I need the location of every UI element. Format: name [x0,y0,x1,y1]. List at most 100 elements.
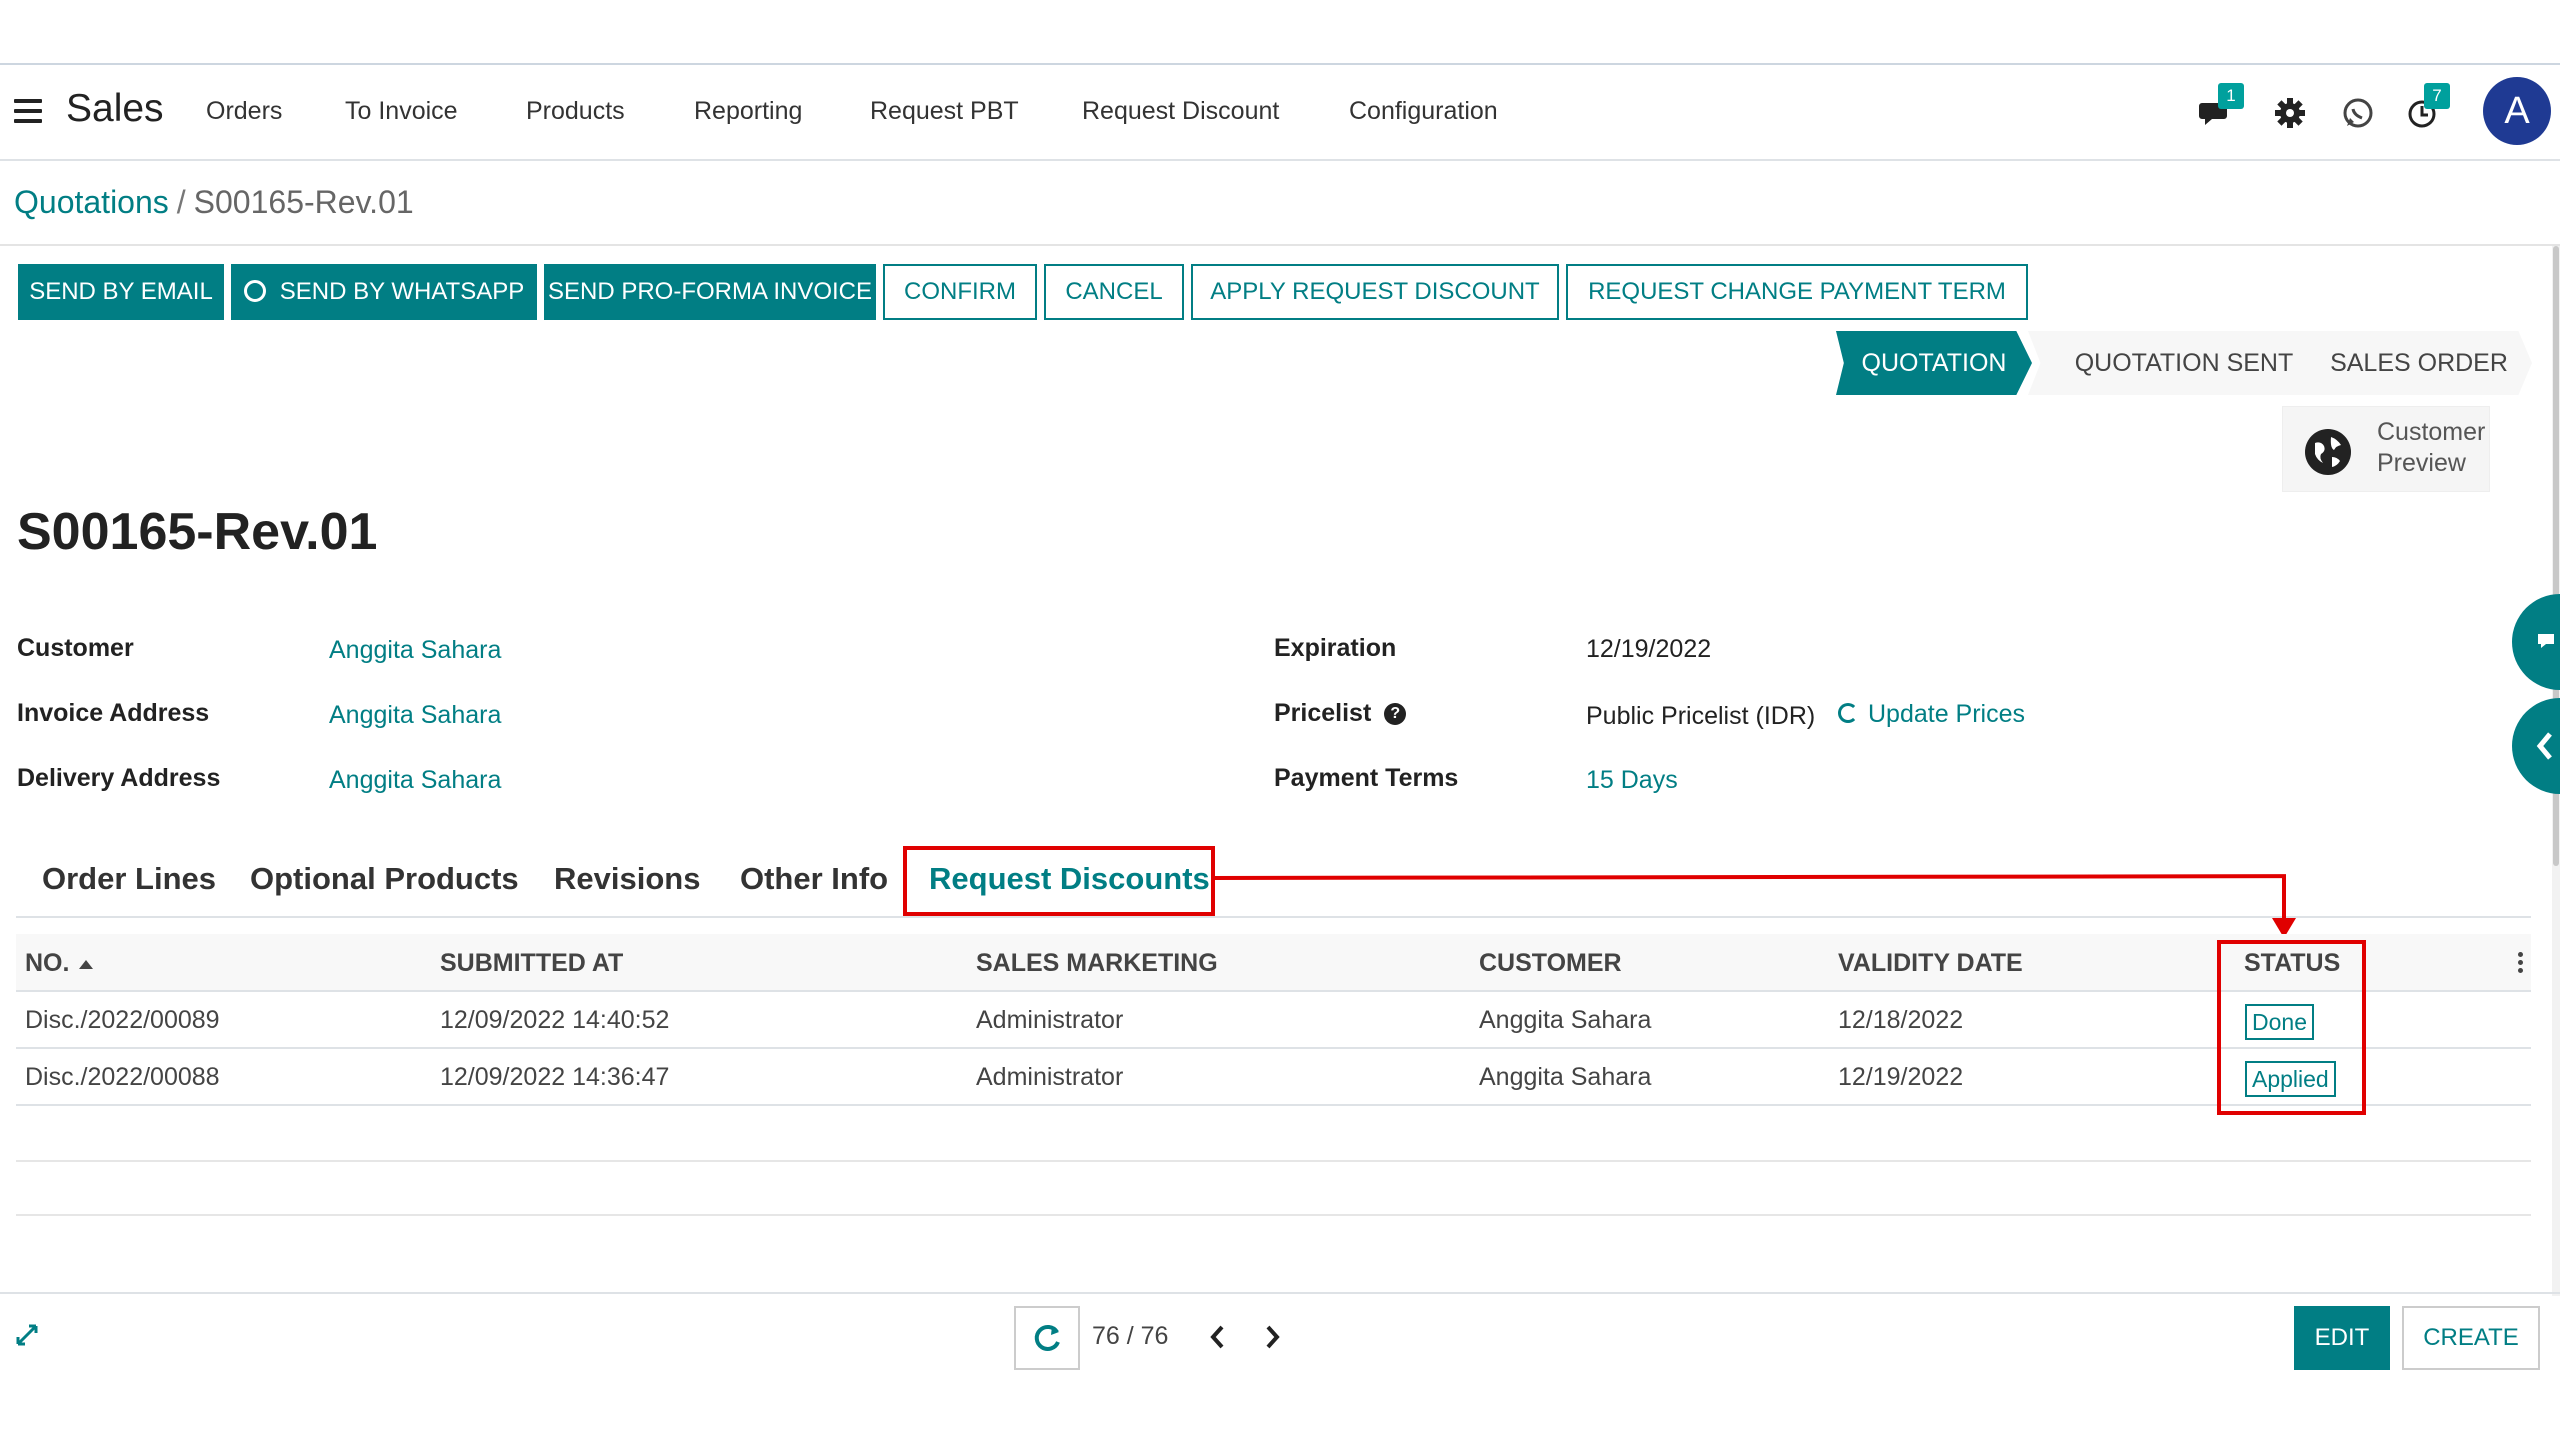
column-header-validity-date[interactable]: VALIDITY DATE [1838,949,2023,978]
menu-products[interactable]: Products [526,97,625,126]
activities-clock-icon[interactable]: 7 [2404,83,2450,133]
expiration-value[interactable]: 12/19/2022 [1586,635,1711,664]
expand-icon[interactable] [14,1322,40,1353]
app-title[interactable]: Sales [66,87,164,131]
column-header-submitted-at[interactable]: SUBMITTED AT [440,949,623,978]
send-by-whatsapp-button[interactable]: SEND BY WHATSAPP [231,264,537,320]
cell-sales-marketing: Administrator [976,1006,1124,1034]
app-menu-icon[interactable] [14,99,42,129]
annotation-connector-down [2282,876,2286,924]
control-panel-divider [0,244,2560,246]
stage-quotation[interactable]: QUOTATION [1836,331,2032,395]
empty-row-divider [16,1160,2531,1162]
refresh-icon [1034,1324,1060,1351]
pricelist-label-text: Pricelist [1274,699,1372,727]
menu-orders[interactable]: Orders [206,97,282,126]
breadcrumb-separator: / [176,184,186,220]
cell-submitted-at: 12/09/2022 14:40:52 [440,1006,670,1034]
customer-preview-button[interactable]: Customer Preview [2282,406,2490,492]
pager-previous-button[interactable] [1207,1322,1229,1360]
confirm-button[interactable]: CONFIRM [883,264,1037,320]
breadcrumb-quotations-link[interactable]: Quotations [14,184,169,220]
stage-sales-order[interactable]: SALES ORDER [2306,331,2532,395]
bottom-bar-divider [0,1292,2560,1294]
whatsapp-icon[interactable] [2338,93,2378,133]
tab-order-lines[interactable]: Order Lines [42,861,216,897]
chevron-right-icon [1266,1325,1280,1349]
record-title: S00165-Rev.01 [17,503,378,561]
chat-icon [2538,634,2554,648]
annotation-box-status [2217,940,2366,1115]
cancel-button[interactable]: CANCEL [1044,264,1184,320]
tab-optional-products[interactable]: Optional Products [250,861,519,897]
tab-other-info[interactable]: Other Info [740,861,888,897]
send-proforma-invoice-button[interactable]: SEND PRO-FORMA INVOICE [544,264,876,320]
sort-ascending-icon [79,959,94,969]
help-icon[interactable]: ? [1384,703,1407,726]
cell-submitted-at: 12/09/2022 14:36:47 [440,1063,670,1091]
update-prices-button[interactable]: Update Prices [1838,700,2025,729]
apply-request-discount-button[interactable]: APPLY REQUEST DISCOUNT [1191,264,1559,320]
column-header-no[interactable]: NO. [25,949,94,978]
edit-button[interactable]: EDIT [2294,1306,2390,1370]
cell-validity-date: 12/19/2022 [1838,1063,1964,1091]
annotation-box-tab [903,846,1215,916]
menu-request-discount[interactable]: Request Discount [1082,97,1279,126]
pricelist-label: Pricelist ? [1274,699,1407,728]
gear-icon[interactable] [2270,93,2310,133]
table-row[interactable]: Disc./2022/00089 12/09/2022 14:40:52 Adm… [16,992,2531,1049]
pricelist-value[interactable]: Public Pricelist (IDR) [1586,702,1815,731]
cell-no: Disc./2022/00089 [25,1006,220,1034]
invoice-address-link[interactable]: Anggita Sahara [329,701,501,730]
empty-row-divider [16,1214,2531,1216]
customer-link[interactable]: Anggita Sahara [329,636,501,665]
activities-count-badge: 7 [2424,83,2450,109]
customer-label: Customer [17,634,134,662]
menu-configuration[interactable]: Configuration [1349,97,1498,126]
chevron-left-icon [1210,1325,1224,1349]
stage-quotation-sent[interactable]: QUOTATION SENT [2028,331,2340,395]
breadcrumb: Quotations / S00165-Rev.01 [14,184,414,221]
table-row[interactable]: Disc./2022/00088 12/09/2022 14:36:47 Adm… [16,1049,2531,1106]
user-avatar[interactable]: A [2483,77,2551,145]
delivery-address-link[interactable]: Anggita Sahara [329,766,501,795]
breadcrumb-current: S00165-Rev.01 [193,184,414,220]
menu-to-invoice[interactable]: To Invoice [345,97,458,126]
pager-value[interactable]: 76 / 76 [1092,1322,1168,1351]
cell-validity-date: 12/18/2022 [1838,1006,1964,1034]
cell-sales-marketing: Administrator [976,1063,1124,1091]
messages-icon[interactable]: 1 [2198,83,2244,133]
chatter-toggle-tab[interactable] [2512,594,2560,690]
update-prices-label: Update Prices [1868,700,2026,728]
refresh-icon [1838,703,1858,724]
column-header-customer[interactable]: CUSTOMER [1479,949,1622,978]
tab-revisions[interactable]: Revisions [554,861,700,897]
globe-icon [2305,429,2351,475]
invoice-address-label: Invoice Address [17,699,210,727]
expiration-label: Expiration [1274,634,1397,662]
customer-preview-line2: Preview [2377,449,2466,477]
create-button[interactable]: CREATE [2402,1306,2540,1370]
send-by-email-button[interactable]: SEND BY EMAIL [18,264,224,320]
send-by-whatsapp-label: SEND BY WHATSAPP [279,278,525,305]
table-header: NO. SUBMITTED AT SALES MARKETING CUSTOME… [16,934,2531,992]
optional-columns-icon[interactable] [2518,952,2524,976]
annotation-connector-line [1213,874,2287,880]
messages-count-badge: 1 [2218,83,2244,109]
payment-terms-label: Payment Terms [1274,764,1459,792]
chevron-left-icon [2536,732,2552,760]
payment-terms-link[interactable]: 15 Days [1586,766,1678,795]
column-header-no-label: NO. [25,949,70,977]
pager-next-button[interactable] [1261,1322,1283,1360]
cell-no: Disc./2022/00088 [25,1063,220,1091]
customer-preview-line1: Customer [2377,418,2486,446]
menu-reporting[interactable]: Reporting [694,97,802,126]
collapse-side-panel-tab[interactable] [2512,698,2560,794]
column-header-sales-marketing[interactable]: SALES MARKETING [976,949,1218,978]
menu-request-pbt[interactable]: Request PBT [870,97,1019,126]
delivery-address-label: Delivery Address [17,764,221,792]
main-navbar: Sales Orders To Invoice Products Reporti… [0,65,2560,161]
cell-customer: Anggita Sahara [1479,1006,1652,1034]
reload-button[interactable] [1014,1306,1080,1370]
request-change-payment-term-button[interactable]: REQUEST CHANGE PAYMENT TERM [1566,264,2028,320]
